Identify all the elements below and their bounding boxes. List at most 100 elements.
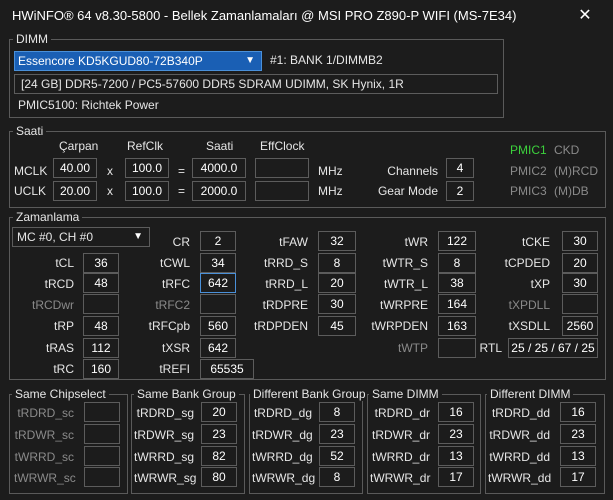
clock-group-label: Saati [13, 124, 47, 138]
RTL-value: 25 / 25 / 67 / 25 [508, 338, 598, 358]
tWRWR_sc-value [84, 467, 120, 487]
tXSDLL-value: 2560 [562, 316, 598, 336]
uclk-multiplier: 20.00 [53, 181, 97, 201]
window-title: HWiNFO® 64 v8.30-5800 - Bellek Zamanlama… [12, 8, 517, 23]
tWRRD_dg-label: tWRRD_dg [252, 450, 313, 464]
tWR-value: 122 [438, 231, 476, 251]
close-icon[interactable]: ✕ [574, 6, 596, 26]
tRCDwr-value [83, 294, 119, 314]
tRDWR_dd-label: tRDWR_dd [489, 428, 550, 442]
pmic1-name: PMIC1 [510, 143, 547, 157]
tRDRD_dd-value: 16 [560, 402, 596, 422]
tRFC-value[interactable]: 642 [200, 273, 236, 293]
tRDRD_sc-value [84, 402, 120, 422]
dimm-description: [24 GB] DDR5-7200 / PC5-57600 DDR5 SDRAM… [14, 74, 498, 94]
tCL-label: tCL [55, 256, 74, 270]
tWRPRE-value: 164 [438, 294, 476, 314]
tWRWR_sg-label: tWRWR_sg [134, 471, 197, 485]
RTL-label: RTL [479, 341, 502, 355]
tWTP-label: tWTP [398, 341, 428, 355]
tRDPRE-value: 30 [318, 294, 356, 314]
same-dimm-label: Same DIMM [369, 387, 442, 401]
channel-select-value: MC #0, CH #0 [17, 230, 94, 244]
tWRWR_dg-label: tWRWR_dg [252, 471, 316, 485]
tWRWR_sc-label: tWRWR_sc [14, 471, 76, 485]
tXSDLL-label: tXSDLL [508, 319, 550, 333]
uclk-label: UCLK [14, 184, 47, 198]
mclk-x: x [107, 164, 113, 178]
timing-group-label: Zamanlama [13, 210, 83, 224]
tRDRD_dg-label: tRDRD_dg [253, 406, 312, 420]
tRDWR_sg-label: tRDWR_sg [134, 428, 195, 442]
col-saati: Saati [206, 139, 234, 153]
tRDRD_sg-label: tRDRD_sg [136, 406, 194, 420]
tRDWR_sc-label: tRDWR_sc [14, 428, 74, 442]
dimm-group-label: DIMM [13, 32, 51, 46]
tRCD-value: 48 [83, 273, 119, 293]
uclk-refclk: 100.0 [125, 181, 169, 201]
tRCD-label: tRCD [44, 277, 74, 291]
uclk-frequency: 2000.0 [192, 181, 246, 201]
tFAW-label: tFAW [279, 235, 308, 249]
pmic1-state: CKD [554, 143, 580, 157]
tRDRD_dr-value: 16 [438, 402, 474, 422]
col-refclk: RefClk [127, 139, 164, 153]
gearmode-label: Gear Mode [377, 184, 438, 198]
tRCDwr-label: tRCDwr [32, 298, 74, 312]
pmic2-name: PMIC2 [510, 164, 547, 178]
tRDPRE-label: tRDPRE [262, 298, 308, 312]
mclk-frequency: 4000.0 [192, 158, 246, 178]
tWTR_S-label: tWTR_S [382, 256, 428, 270]
tWRWR_dr-label: tWRWR_dr [370, 471, 431, 485]
mclk-effclock [255, 158, 309, 178]
tRRD_S-label: tRRD_S [263, 256, 308, 270]
tRRD_L-label: tRRD_L [265, 277, 308, 291]
pmic3-state: (M)DB [554, 184, 589, 198]
tWRRD_dr-value: 13 [438, 446, 474, 466]
tWRPDEN-label: tWRPDEN [371, 319, 428, 333]
tWRRD_dd-value: 13 [560, 446, 596, 466]
tCPDED-label: tCPDED [504, 256, 550, 270]
tXP-label: tXP [530, 277, 550, 291]
tXSR-value: 642 [200, 338, 236, 358]
tRFC2-value [200, 294, 236, 314]
dimm-bank-text: #1: BANK 1/DIMMB2 [270, 53, 383, 67]
same-chipselect-label: Same Chipselect [12, 387, 109, 401]
tWTR_L-value: 38 [438, 273, 476, 293]
mclk-eq: = [178, 164, 186, 178]
col-carpan: Çarpan [59, 139, 99, 153]
tRDRD_sg-value: 20 [201, 402, 237, 422]
tRDPDEN-value: 45 [318, 316, 356, 336]
tCWL-value: 34 [200, 253, 236, 273]
tREFI-value: 65535 [200, 359, 254, 379]
tWRWR_dd-value: 17 [560, 467, 596, 487]
tRFCpb-value: 560 [200, 316, 236, 336]
uclk-eq: = [178, 184, 186, 198]
tWRWR_dd-label: tWRWR_dd [488, 471, 552, 485]
tWRRD_sc-label: tWRRD_sc [14, 450, 74, 464]
tRRD_L-value: 20 [318, 273, 356, 293]
dimm-module-value: Essencore KD5KGUD80-72B340P [18, 54, 203, 68]
gearmode-value: 2 [446, 181, 474, 201]
channels-label: Channels [387, 164, 438, 178]
tWRPRE-label: tWRPRE [380, 298, 428, 312]
pmic-text: PMIC5100: Richtek Power [18, 98, 159, 112]
CR-label: CR [172, 235, 190, 249]
tWRRD_dd-label: tWRRD_dd [489, 450, 550, 464]
tRP-label: tRP [53, 319, 74, 333]
diff-dimm-label: Different DIMM [487, 387, 574, 401]
col-effclock: EffClock [260, 139, 305, 153]
tRDWR_sc-value [84, 424, 120, 444]
uclk-unit: MHz [318, 184, 343, 198]
tWRRD_dr-label: tWRRD_dr [371, 450, 430, 464]
tRAS-value: 112 [83, 338, 119, 358]
tRFCpb-label: tRFCpb [148, 319, 190, 333]
tRDPDEN-label: tRDPDEN [253, 319, 308, 333]
tRRD_S-value: 8 [318, 253, 356, 273]
mclk-refclk: 100.0 [125, 158, 169, 178]
dimm-module-select[interactable]: Essencore KD5KGUD80-72B340P ▼ [14, 51, 262, 71]
tCPDED-value: 20 [562, 253, 598, 273]
tRDRD_dg-value: 8 [319, 402, 355, 422]
tRFC2-label: tRFC2 [155, 298, 190, 312]
tWTP-value [438, 338, 476, 358]
